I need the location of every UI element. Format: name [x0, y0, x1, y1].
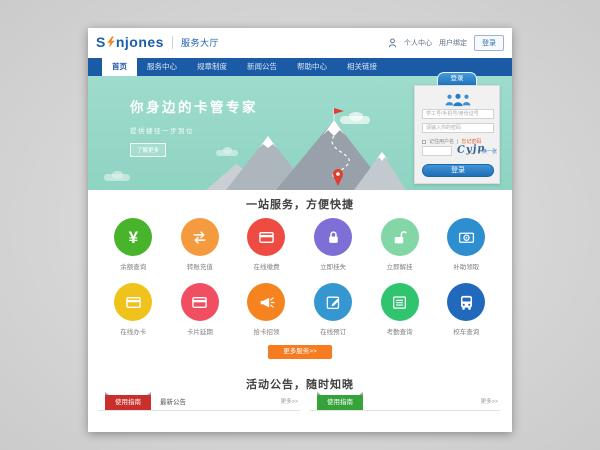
megaphone-icon [258, 294, 275, 311]
bank-card-icon [258, 229, 275, 246]
person-icon [388, 38, 397, 48]
login-panel: 登录 记住用户名 | 忘记密码 Cyjp 换一张 登录 [414, 72, 500, 186]
tab-usage-guide[interactable]: 使用指南 [105, 395, 151, 410]
more-services-button[interactable]: 更多服务>> [268, 345, 332, 359]
header: S njones 服务大厅 个人中心 用户绑定 登录 [88, 28, 512, 58]
bank-card-icon [125, 294, 142, 311]
options-divider: | [457, 139, 458, 145]
transfer-arrows-icon [191, 229, 208, 246]
portal-name: 服务大厅 [172, 36, 219, 49]
service-label: 在线缴费 [233, 261, 300, 271]
header-login-button[interactable]: 登录 [474, 35, 504, 51]
account-input[interactable] [422, 109, 494, 119]
nav-item-help-center[interactable]: 帮助中心 [287, 58, 337, 76]
nav-item-home[interactable]: 首页 [102, 58, 137, 76]
user-bind-link[interactable]: 用户绑定 [439, 38, 467, 48]
service-label: 立即解挂 [366, 261, 433, 271]
service-label: 补助领取 [433, 261, 500, 271]
tab-usage-guide-right[interactable]: 使用指南 [317, 395, 363, 410]
logo-text-prefix: S [96, 34, 106, 50]
nav-item-related-links[interactable]: 相关链接 [337, 58, 387, 76]
service-label: 在线预订 [300, 326, 367, 336]
service-online-payment[interactable]: 在线缴费 [233, 218, 300, 271]
service-online-booking[interactable]: 在线预订 [300, 283, 367, 336]
service-label: 转账充值 [167, 261, 234, 271]
announcements-left-column: 使用指南 最新公告 更多>> [98, 394, 300, 411]
portal-page: S njones 服务大厅 个人中心 用户绑定 登录 首页 服务中心 规章制度 … [88, 28, 512, 432]
captcha-refresh-link[interactable]: 换一张 [482, 148, 497, 155]
service-attendance-inquiry[interactable]: 考勤查询 [366, 283, 433, 336]
service-label: 校车查询 [433, 326, 500, 336]
right-more-link[interactable]: 更多>> [481, 394, 498, 411]
cloud-shape [104, 174, 130, 181]
announcements-right-column: 使用指南 更多>> [310, 394, 500, 411]
yen-icon: ¥ [129, 229, 138, 246]
attendance-list-icon [391, 294, 408, 311]
service-transfer-recharge[interactable]: 转账充值 [167, 218, 234, 271]
edit-pencil-icon [325, 294, 342, 311]
nav-item-rules[interactable]: 规章制度 [187, 58, 237, 76]
password-input[interactable] [422, 123, 494, 133]
remember-label: 记住用户名 [429, 138, 454, 145]
nav-item-service-center[interactable]: 服务中心 [137, 58, 187, 76]
services-row-1: ¥ 余额查询 转账充值 在线缴费 [100, 218, 500, 271]
announcements-section-title: 活动公告，随时知晓 [88, 376, 512, 392]
mountains-illustration [206, 102, 406, 190]
users-group-icon [442, 92, 474, 108]
header-links: 个人中心 用户绑定 登录 [388, 28, 504, 58]
remember-checkbox[interactable] [422, 140, 426, 144]
lock-icon [325, 229, 342, 246]
service-school-bus-inquiry[interactable]: 校车查询 [433, 283, 500, 336]
user-center-link[interactable]: 个人中心 [404, 38, 432, 48]
service-cancel-loss[interactable]: 立即解挂 [366, 218, 433, 271]
services-row-2: 在线办卡 卡片延期 拾卡招领 [100, 283, 500, 336]
service-label: 考勤查询 [366, 326, 433, 336]
service-label: 在线办卡 [100, 326, 167, 336]
service-balance-inquiry[interactable]: ¥ 余额查询 [100, 218, 167, 271]
service-online-card-apply[interactable]: 在线办卡 [100, 283, 167, 336]
service-label: 拾卡招领 [233, 326, 300, 336]
tab-latest-announcements[interactable]: 最新公告 [160, 394, 186, 411]
service-label: 卡片延期 [167, 326, 234, 336]
lightning-icon [107, 36, 115, 48]
nav-item-news[interactable]: 新闻公告 [237, 58, 287, 76]
captcha-input[interactable] [422, 146, 452, 156]
logo: S njones 服务大厅 [96, 34, 219, 50]
service-label: 余额查询 [100, 261, 167, 271]
service-label: 立即挂失 [300, 261, 367, 271]
service-found-card-claim[interactable]: 拾卡招领 [233, 283, 300, 336]
login-submit-button[interactable]: 登录 [422, 164, 494, 177]
login-tab[interactable]: 登录 [437, 72, 477, 85]
banknote-icon [458, 229, 475, 246]
unlock-icon [391, 229, 408, 246]
left-more-link[interactable]: 更多>> [281, 394, 298, 411]
hero-cta-button[interactable]: 了解更多 [130, 143, 166, 157]
bank-card-icon [191, 294, 208, 311]
services-section-title: 一站服务，方便快捷 [88, 196, 512, 212]
login-form: 记住用户名 | 忘记密码 Cyjp 换一张 登录 [414, 85, 500, 184]
logo-text-suffix: njones [116, 34, 164, 50]
service-subsidy-collect[interactable]: 补助领取 [433, 218, 500, 271]
bus-icon [458, 294, 475, 311]
service-report-loss[interactable]: 立即挂失 [300, 218, 367, 271]
service-card-extension[interactable]: 卡片延期 [167, 283, 234, 336]
